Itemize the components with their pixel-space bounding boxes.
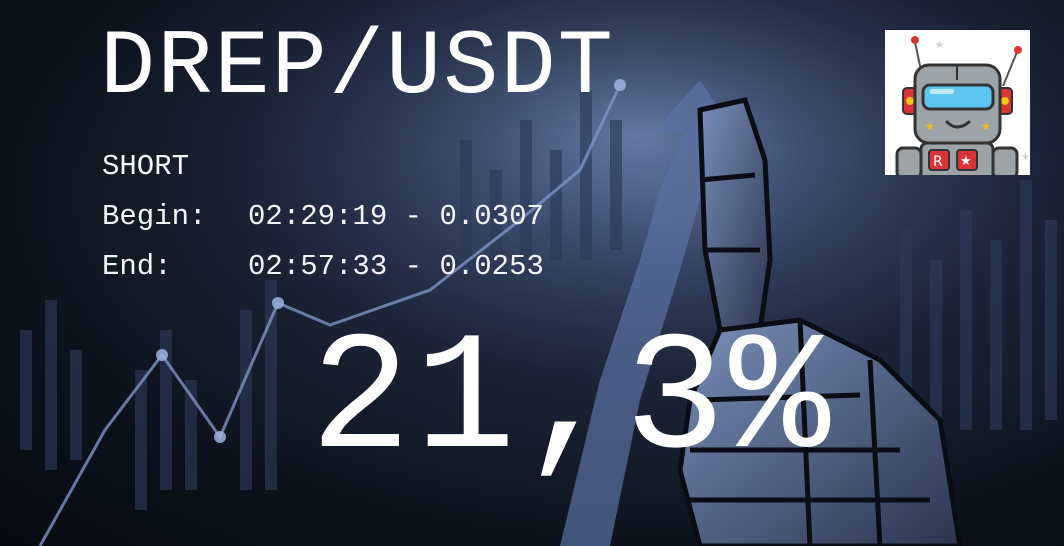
pair-title: DREP/USDT bbox=[100, 15, 615, 120]
end-price: 0.0253 bbox=[439, 250, 544, 283]
signal-card: DREP/USDT SHORT Begin: 02:29:19 - 0.0307 … bbox=[0, 0, 1064, 546]
end-label: End: bbox=[102, 250, 172, 283]
trade-side-label: SHORT bbox=[102, 150, 190, 183]
robot-avatar: ★ ★ ★ ★ R ★ bbox=[885, 30, 1030, 175]
begin-time: 02:29:19 bbox=[248, 200, 388, 233]
begin-row: Begin: 02:29:19 - 0.0307 bbox=[102, 202, 544, 231]
svg-text:★: ★ bbox=[925, 120, 935, 133]
svg-text:★: ★ bbox=[935, 40, 944, 51]
begin-separator: - bbox=[404, 200, 423, 233]
begin-price: 0.0307 bbox=[439, 200, 544, 233]
svg-text:★: ★ bbox=[981, 120, 991, 133]
end-separator: - bbox=[404, 250, 423, 283]
robot-badge-letter: R bbox=[933, 154, 943, 170]
svg-text:★: ★ bbox=[1021, 152, 1030, 163]
end-row: End: 02:57:33 - 0.0253 bbox=[102, 252, 544, 281]
profit-percentage: 21,3% bbox=[310, 307, 835, 497]
robot-mascot-icon: ★ ★ ★ ★ R ★ bbox=[895, 36, 1030, 175]
end-time: 02:57:33 bbox=[248, 250, 388, 283]
begin-label: Begin: bbox=[102, 200, 207, 233]
svg-text:★: ★ bbox=[960, 154, 972, 169]
